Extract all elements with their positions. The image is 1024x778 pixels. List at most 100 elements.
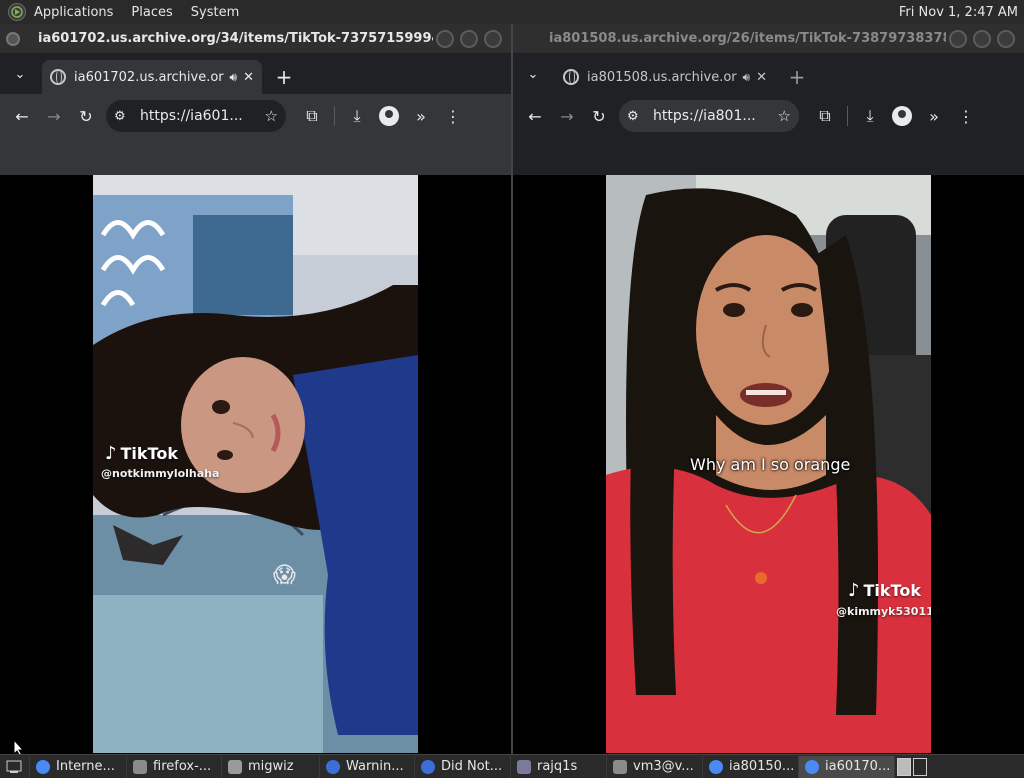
maximize-button[interactable] — [973, 29, 991, 48]
back-button[interactable]: ← — [6, 100, 38, 132]
tiktok-watermark: ♪ TikTok — [105, 443, 178, 464]
tab-search-button[interactable]: ⌄ — [519, 60, 547, 88]
screaming-face-emoji: 😱 — [273, 563, 296, 588]
maximize-button[interactable] — [460, 29, 478, 48]
tab-active[interactable]: ia801508.us.archive.org/ 🔊︎ ✕ — [555, 60, 775, 94]
site-info-icon[interactable]: ⚙︎ — [114, 109, 130, 124]
taskbar-item[interactable]: Warnin... — [320, 755, 415, 778]
folder-icon — [228, 759, 242, 774]
reload-button[interactable]: ↻ — [70, 100, 102, 132]
tiktok-username: @kimmyk53011 — [836, 605, 931, 618]
image-icon — [517, 759, 531, 774]
taskbar-item[interactable]: firefox-... — [127, 755, 222, 778]
taskbar-item[interactable]: Did Not... — [415, 755, 511, 778]
new-tab-button[interactable]: + — [783, 63, 811, 91]
tab-strip: ⌄ ia601702.us.archive.org/3 🔊︎ ✕ + — [0, 54, 511, 94]
download-icon[interactable]: ⤓ — [854, 100, 886, 132]
avatar-icon — [892, 106, 912, 126]
taskbar-item[interactable]: migwiz — [222, 755, 320, 778]
profile-button[interactable] — [886, 100, 918, 132]
bookmark-star-icon[interactable]: ☆ — [265, 107, 278, 125]
minimize-button[interactable] — [436, 29, 454, 48]
tiktok-note-icon: ♪ — [105, 443, 117, 464]
taskbar-item-label: Warnin... — [346, 759, 404, 774]
tiktok-video-left[interactable]: ♪ TikTok @notkimmylolhaha 😱 — [93, 175, 418, 753]
places-menu[interactable]: Places — [131, 5, 172, 20]
bookmark-star-icon[interactable]: ☆ — [778, 107, 791, 125]
tab-active[interactable]: ia601702.us.archive.org/3 🔊︎ ✕ — [42, 60, 262, 94]
page-content: Why am I so orange ♪ TikTok @kimmyk53011 — [513, 175, 1024, 754]
menu-kebab-icon[interactable]: ⋮ — [950, 100, 982, 132]
globe-icon — [563, 69, 579, 85]
system-menu[interactable]: System — [191, 5, 239, 20]
address-bar[interactable]: ⚙︎ https://ia601... ☆ — [106, 100, 286, 132]
tiktok-video-right[interactable]: Why am I so orange ♪ TikTok @kimmyk53011 — [606, 175, 931, 753]
download-icon[interactable]: ⤓ — [341, 100, 373, 132]
tiktok-label: TikTok — [120, 444, 178, 463]
extensions-icon[interactable]: ⧉ — [296, 100, 328, 132]
close-window-button[interactable] — [997, 29, 1015, 48]
firefox-icon — [326, 759, 340, 774]
window-titlebar[interactable]: ia801508.us.archive.org/26/items/TikTok-… — [513, 24, 1024, 54]
toolbar-spacer — [0, 138, 511, 175]
globe-icon — [50, 69, 66, 85]
minimize-button[interactable] — [949, 29, 967, 48]
taskbar-item[interactable]: Interne... — [30, 755, 127, 778]
forward-button[interactable]: → — [551, 100, 583, 132]
profile-button[interactable] — [373, 100, 405, 132]
speaker-icon[interactable]: 🔊︎ — [743, 70, 751, 85]
chrome-icon — [709, 759, 723, 774]
toolbar-divider — [847, 106, 848, 126]
distro-logo-icon[interactable] — [8, 3, 26, 21]
avatar-icon — [379, 106, 399, 126]
toolbar-divider — [334, 106, 335, 126]
more-tools-chevron-icon[interactable]: » — [405, 100, 437, 132]
close-tab-icon[interactable]: ✕ — [243, 70, 254, 85]
speaker-icon[interactable]: 🔊︎ — [230, 70, 238, 85]
more-tools-chevron-icon[interactable]: » — [918, 100, 950, 132]
browser-window-right: ia801508.us.archive.org/26/items/TikTok-… — [513, 24, 1024, 754]
window-title: ia601702.us.archive.org/34/items/TikTok-… — [38, 31, 433, 46]
close-tab-icon[interactable]: ✕ — [756, 70, 767, 85]
taskbar-item-label: ia60170... — [825, 759, 891, 774]
tab-title: ia601702.us.archive.org/3 — [74, 69, 224, 85]
taskbar-item[interactable]: ia80150... — [703, 755, 799, 778]
address-bar[interactable]: ⚙︎ https://ia801... ☆ — [619, 100, 799, 132]
show-desktop-button[interactable] — [0, 755, 30, 778]
menu-kebab-icon[interactable]: ⋮ — [437, 100, 469, 132]
browser-window-left: ia601702.us.archive.org/34/items/TikTok-… — [0, 24, 511, 754]
taskbar-item[interactable]: rajq1s — [511, 755, 607, 778]
applications-menu[interactable]: Applications — [34, 5, 113, 20]
window-title: ia801508.us.archive.org/26/items/TikTok-… — [549, 31, 946, 46]
site-info-icon[interactable]: ⚙︎ — [627, 109, 643, 124]
taskbar-item-label: migwiz — [248, 759, 294, 774]
bottom-taskbar: Interne... firefox-... migwiz Warnin... … — [0, 754, 1024, 778]
url-text: https://ia801... — [653, 108, 756, 124]
close-window-button[interactable] — [484, 29, 502, 48]
taskbar-item-active[interactable]: ia60170... — [799, 755, 895, 778]
reload-button[interactable]: ↻ — [583, 100, 615, 132]
forward-button[interactable]: → — [38, 100, 70, 132]
taskbar-item-label: firefox-... — [153, 759, 212, 774]
window-titlebar[interactable]: ia601702.us.archive.org/34/items/TikTok-… — [0, 24, 511, 54]
tab-search-button[interactable]: ⌄ — [6, 60, 34, 88]
window-menu-icon[interactable] — [6, 31, 20, 46]
video-caption: Why am I so orange — [690, 455, 851, 474]
terminal-icon — [613, 759, 627, 774]
taskbar-item-label: Interne... — [56, 759, 115, 774]
page-content: ♪ TikTok @notkimmylolhaha 😱 — [0, 175, 511, 754]
taskbar-item[interactable]: vm3@v... — [607, 755, 703, 778]
extensions-icon[interactable]: ⧉ — [809, 100, 841, 132]
new-tab-button[interactable]: + — [270, 63, 298, 91]
workspace-2[interactable] — [913, 757, 927, 776]
taskbar-item-label: ia80150... — [729, 759, 795, 774]
workspace-1[interactable] — [897, 757, 911, 776]
back-button[interactable]: ← — [519, 100, 551, 132]
chrome-icon — [36, 759, 50, 774]
taskbar-item-label: Did Not... — [441, 759, 503, 774]
tab-title: ia801508.us.archive.org/ — [587, 69, 737, 85]
chrome-icon — [805, 759, 819, 774]
url-text: https://ia601... — [140, 108, 243, 124]
tiktok-username: @notkimmylolhaha — [101, 467, 220, 480]
clock[interactable]: Fri Nov 1, 2:47 AM — [899, 5, 1018, 20]
